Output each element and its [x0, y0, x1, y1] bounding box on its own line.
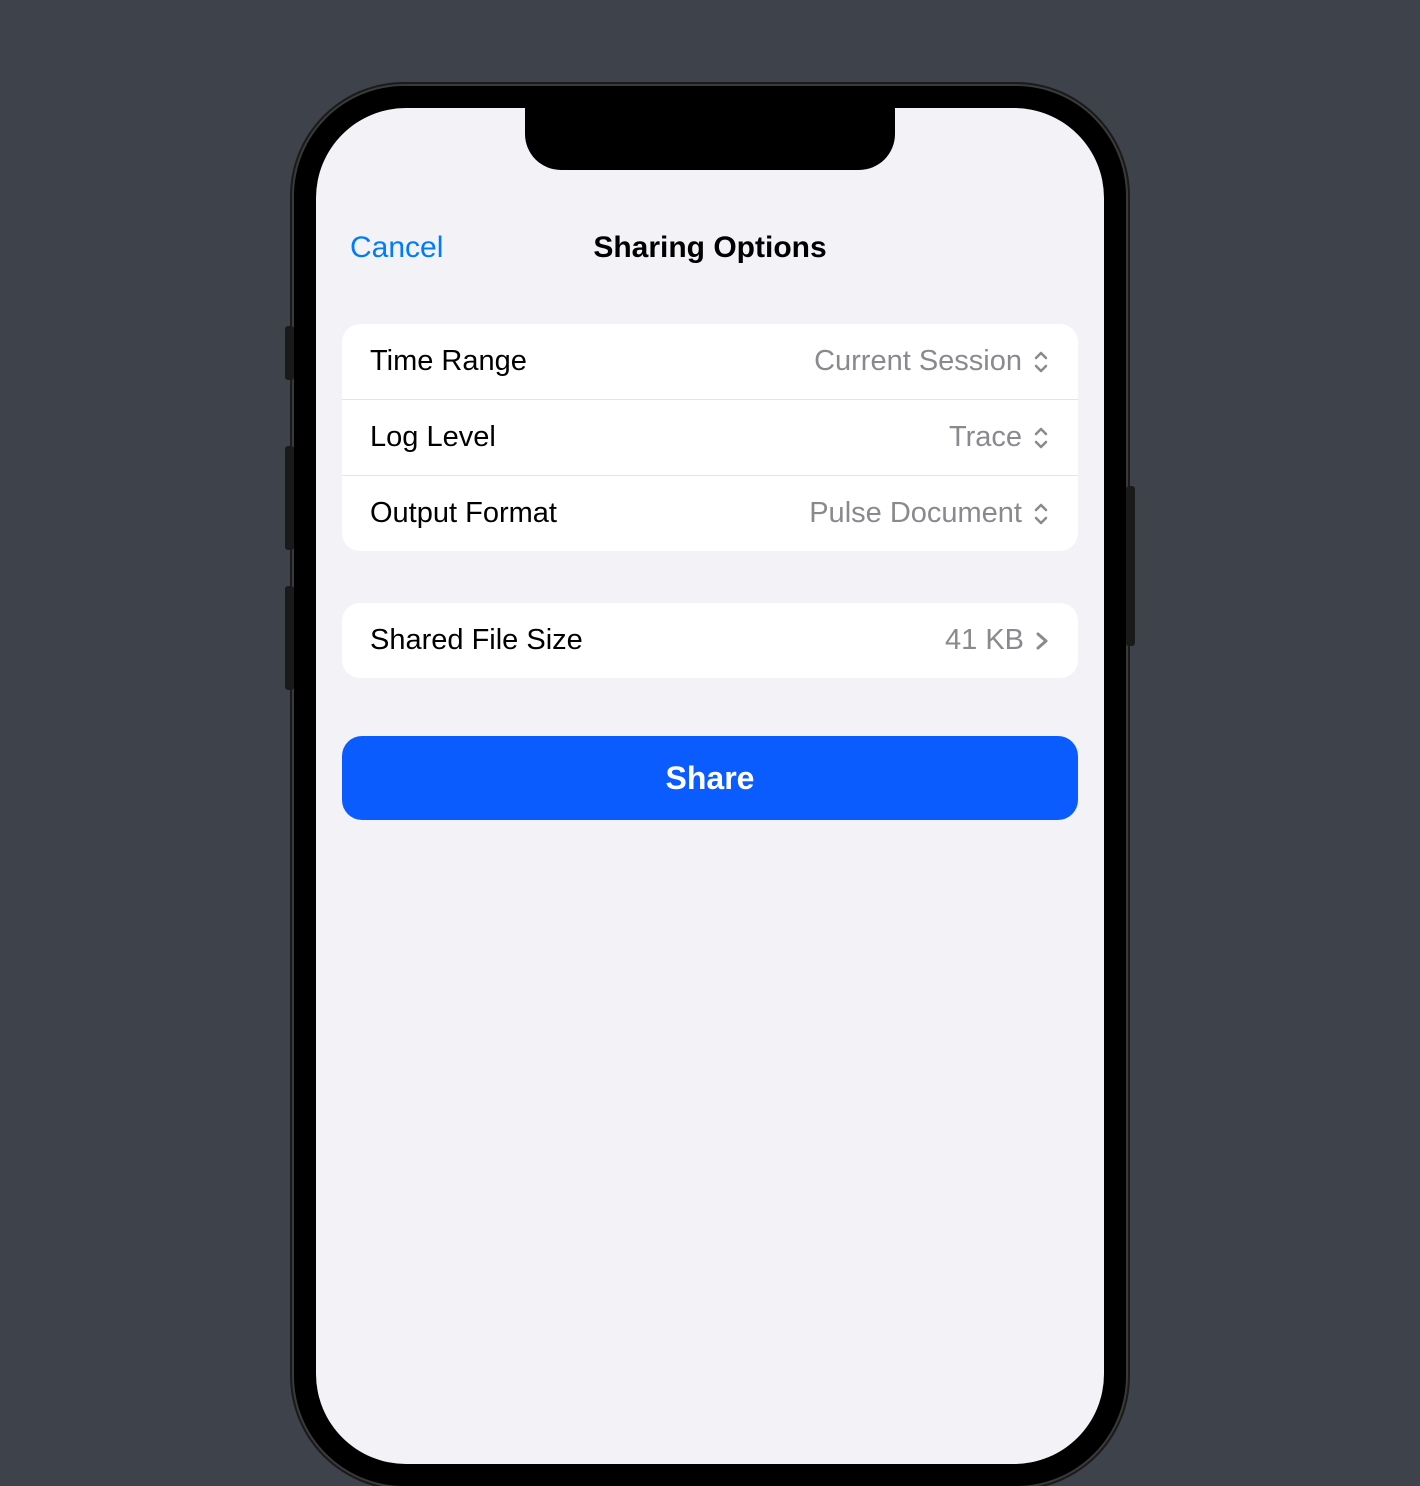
canvas-background: Cancel Sharing Options Time Range Curren… — [0, 0, 1420, 1020]
phone-screen: Cancel Sharing Options Time Range Curren… — [316, 108, 1104, 1464]
page-title: Sharing Options — [593, 231, 826, 265]
output-format-label: Output Format — [370, 497, 557, 530]
file-group: Shared File Size 41 KB — [342, 603, 1078, 678]
options-group: Time Range Current Session Log Level Tra… — [342, 324, 1078, 551]
output-format-row[interactable]: Output Format Pulse Document — [342, 475, 1078, 551]
log-level-value: Trace — [949, 421, 1022, 454]
phone-volume-down — [285, 586, 294, 690]
time-range-row[interactable]: Time Range Current Session — [342, 324, 1078, 399]
shared-file-size-value: 41 KB — [945, 624, 1024, 657]
app-content: Cancel Sharing Options Time Range Curren… — [316, 108, 1104, 820]
log-level-label: Log Level — [370, 421, 496, 454]
shared-file-size-row[interactable]: Shared File Size 41 KB — [342, 603, 1078, 678]
phone-volume-up — [285, 446, 294, 550]
output-format-value: Pulse Document — [809, 497, 1022, 530]
phone-frame: Cancel Sharing Options Time Range Curren… — [294, 86, 1126, 1486]
phone-notch — [525, 108, 895, 170]
navigation-bar: Cancel Sharing Options — [316, 208, 1104, 288]
shared-file-size-label: Shared File Size — [370, 624, 583, 657]
log-level-row[interactable]: Log Level Trace — [342, 399, 1078, 475]
phone-power-button — [1126, 486, 1135, 646]
time-range-value: Current Session — [814, 345, 1022, 378]
cancel-button[interactable]: Cancel — [350, 231, 443, 265]
up-down-chevron-icon — [1032, 426, 1050, 450]
time-range-label: Time Range — [370, 345, 527, 378]
up-down-chevron-icon — [1032, 350, 1050, 374]
up-down-chevron-icon — [1032, 502, 1050, 526]
share-button[interactable]: Share — [342, 736, 1078, 820]
chevron-right-icon — [1034, 629, 1050, 653]
phone-mute-switch — [285, 326, 294, 380]
